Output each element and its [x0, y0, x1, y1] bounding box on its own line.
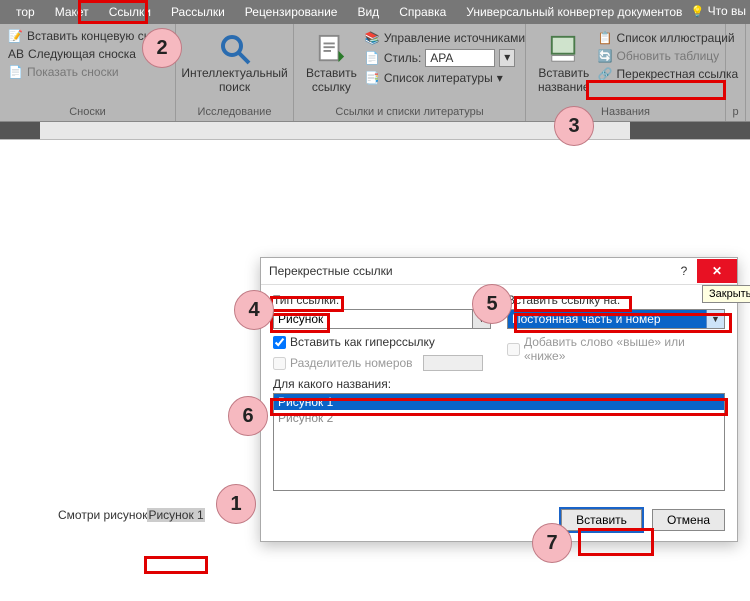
tab-review[interactable]: Рецензирование: [235, 0, 348, 24]
callout-7: 7: [532, 523, 572, 563]
ribbon: 📝 Вставить концевую сн AB Следующая снос…: [0, 24, 750, 122]
group-research-label: Исследование: [198, 106, 272, 121]
ref-type-label: Тип ссылки:: [273, 293, 491, 307]
update-icon: 🔄: [598, 49, 613, 63]
citation-icon: [314, 32, 348, 66]
manage-sources-icon: 📚: [365, 31, 380, 45]
callout-5: 5: [472, 284, 512, 324]
chevron-down-icon: ▼: [706, 310, 724, 328]
ribbon-tabs: тор Макет Ссылки Рассылки Рецензирование…: [0, 0, 750, 24]
bibliography-icon: 📑: [365, 71, 380, 85]
group-partial: р: [732, 106, 739, 121]
which-caption-label: Для какого названия:: [273, 377, 391, 391]
group-footnotes-label: Сноски: [6, 106, 169, 121]
add-above-below-checkbox: Добавить слово «выше» или «ниже»: [507, 335, 725, 363]
manage-sources-button[interactable]: 📚 Управление источниками: [363, 30, 527, 46]
tell-me[interactable]: 💡 Что вы: [691, 4, 746, 18]
insert-on-combo[interactable]: Постоянная часть и номер▼: [507, 309, 725, 329]
callout-1: 1: [216, 484, 256, 524]
citation-style-combo[interactable]: 📄 Стиль: APA▾: [363, 48, 527, 68]
group-citations-label: Ссылки и списки литературы: [300, 106, 519, 121]
insert-button[interactable]: Вставить: [561, 509, 642, 531]
list-item[interactable]: Рисунок 2: [274, 410, 724, 426]
next-footnote-icon: AB: [8, 47, 24, 61]
cross-ref-field[interactable]: Рисунок 1: [147, 508, 204, 522]
tab-view[interactable]: Вид: [347, 0, 389, 24]
dialog-title: Перекрестные ссылки: [269, 264, 393, 278]
as-hyperlink-checkbox[interactable]: Вставить как гиперссылку: [273, 335, 491, 349]
insert-caption-button[interactable]: Вставить название: [532, 28, 596, 98]
update-table-button: 🔄 Обновить таблицу: [596, 48, 741, 64]
list-item[interactable]: Рисунок 1: [274, 394, 724, 410]
style-icon: 📄: [365, 51, 380, 65]
crossref-icon: 🔗: [598, 67, 613, 81]
show-footnotes-button: 📄 Показать сноски: [6, 64, 169, 80]
callout-6: 6: [228, 396, 268, 436]
highlight-field-result: [144, 556, 208, 574]
smart-lookup-icon: [218, 32, 252, 66]
tab-layout[interactable]: Макет: [45, 0, 99, 24]
caption-listbox[interactable]: Рисунок 1 Рисунок 2: [273, 393, 725, 491]
callout-4: 4: [234, 290, 274, 330]
dialog-help-button[interactable]: ?: [671, 264, 697, 278]
endnote-icon: 📝: [8, 29, 23, 43]
tof-icon: 📋: [598, 31, 613, 45]
ruler: [0, 122, 750, 140]
tab-mailings[interactable]: Рассылки: [161, 0, 235, 24]
tab-partial[interactable]: тор: [6, 0, 45, 24]
cross-reference-button[interactable]: 🔗 Перекрестная ссылка: [596, 66, 741, 82]
callout-3: 3: [554, 106, 594, 146]
cancel-button[interactable]: Отмена: [652, 509, 725, 531]
insert-on-label: Вставить ссылку на:: [507, 293, 725, 307]
smart-lookup-button[interactable]: Интеллектуальный поиск: [175, 28, 293, 98]
caption-icon: [547, 32, 581, 66]
ref-type-combo[interactable]: Рисунок▼: [273, 309, 491, 329]
number-separator-checkbox: Разделитель номеров: [273, 355, 491, 371]
close-tooltip: Закрыть: [702, 285, 750, 303]
insert-citation-button[interactable]: Вставить ссылку: [300, 28, 363, 98]
tab-help[interactable]: Справка: [389, 0, 456, 24]
tab-references[interactable]: Ссылки: [99, 0, 161, 24]
tab-udc[interactable]: Универсальный конвертер документов: [456, 0, 692, 24]
callout-2: 2: [142, 28, 182, 68]
show-footnotes-icon: 📄: [8, 65, 23, 79]
table-of-figures-button[interactable]: 📋 Список иллюстраций: [596, 30, 741, 46]
bibliography-button[interactable]: 📑 Список литературы ▾: [363, 70, 527, 86]
dialog-close-button[interactable]: ✕: [697, 259, 737, 283]
see-figure-text: Смотри рисунокРисунок 1: [58, 508, 205, 522]
